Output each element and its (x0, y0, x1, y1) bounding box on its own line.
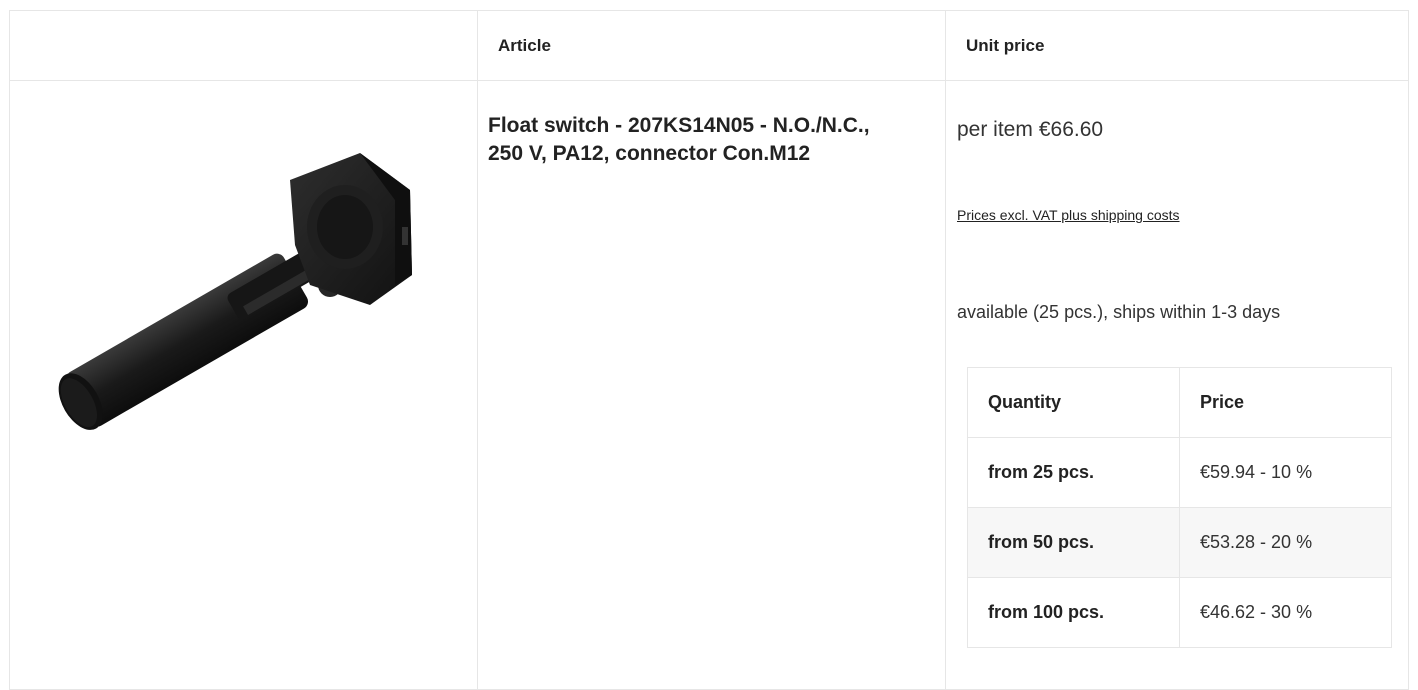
column-divider (945, 11, 946, 689)
price-label: per item (957, 118, 1033, 141)
header-image (30, 11, 460, 80)
tier-header-quantity: Quantity (967, 367, 1180, 438)
availability-status: available (25 pcs.), ships within 1-3 da… (957, 302, 1281, 322)
tier-price: €59.94 - 10 % (1179, 437, 1392, 508)
table-row: from 25 pcs. €59.94 - 10 % (967, 437, 1392, 508)
header-divider (10, 80, 1408, 81)
tier-price: €53.28 - 20 % (1179, 507, 1392, 578)
column-divider (477, 11, 478, 689)
header-unit-price: Unit price (966, 35, 1045, 55)
table-row: from 50 pcs. €53.28 - 20 % (967, 507, 1392, 578)
tier-price: €46.62 - 30 % (1179, 577, 1392, 648)
unit-price: per item €66.60 (957, 118, 1103, 142)
tier-price-table: Quantity Price from 25 pcs. €59.94 - 10 … (967, 367, 1392, 648)
tier-quantity: from 50 pcs. (967, 507, 1180, 578)
product-title[interactable]: Float switch - 207KS14N05 - N.O./N.C., 2… (488, 112, 888, 168)
table-row: from 100 pcs. €46.62 - 30 % (967, 577, 1392, 648)
tier-quantity: from 25 pcs. (967, 437, 1180, 508)
vat-shipping-link[interactable]: Prices excl. VAT plus shipping costs (957, 207, 1180, 223)
tier-header-row: Quantity Price (967, 367, 1392, 438)
header-article: Article (498, 35, 551, 55)
product-image[interactable] (40, 135, 440, 475)
tier-header-price: Price (1179, 367, 1392, 438)
price-value: €66.60 (1038, 118, 1104, 141)
tier-quantity: from 100 pcs. (967, 577, 1180, 648)
